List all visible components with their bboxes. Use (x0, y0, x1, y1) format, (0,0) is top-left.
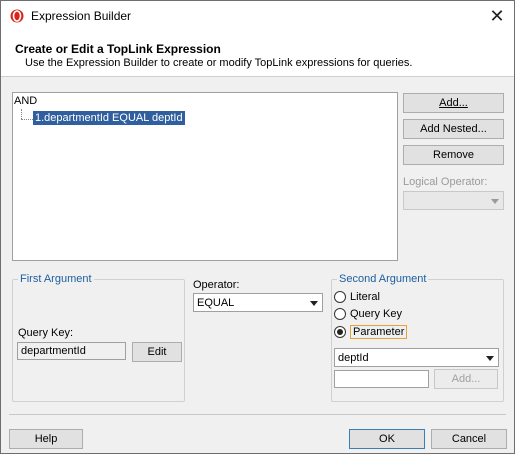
radio-query-key[interactable]: Query Key (334, 308, 402, 320)
add-nested-button[interactable]: Add Nested... (403, 119, 504, 139)
chevron-down-icon (491, 198, 499, 204)
query-key-label: Query Key: (18, 327, 74, 339)
logical-operator-label: Logical Operator: (403, 176, 488, 188)
ok-button-label: OK (379, 433, 395, 445)
add-button[interactable]: Add... (403, 93, 504, 113)
operator-label: Operator: (193, 279, 240, 291)
operator-select[interactable]: EQUAL (193, 293, 323, 312)
first-argument-group: First Argument (12, 273, 185, 402)
header-panel: Create or Edit a TopLink Expression Use … (1, 31, 514, 77)
radio-button[interactable] (334, 308, 346, 320)
radio-literal[interactable]: Literal (334, 291, 380, 303)
query-key-value: departmentId (21, 345, 86, 357)
footer-divider (9, 414, 506, 415)
radio-parameter-label: Parameter (350, 325, 408, 339)
tree-node-selected[interactable]: 1.departmentId EQUAL deptId (33, 111, 185, 125)
window-title: Expression Builder (31, 9, 132, 23)
add-button-label: Add... (439, 97, 468, 109)
cancel-button[interactable]: Cancel (431, 429, 507, 449)
tree-root-node[interactable]: AND (14, 95, 37, 107)
operator-value: EQUAL (197, 296, 235, 309)
chevron-down-icon (310, 300, 318, 306)
logical-operator-select[interactable] (403, 191, 504, 210)
second-argument-legend: Second Argument (337, 273, 429, 285)
help-button[interactable]: Help (9, 429, 83, 449)
radio-button-selected[interactable] (334, 326, 346, 338)
radio-literal-label: Literal (350, 291, 380, 303)
close-icon: ✕ (489, 5, 505, 27)
expression-tree[interactable]: AND 1.departmentId EQUAL deptId (12, 92, 398, 261)
app-logo-icon (10, 9, 24, 23)
second-add-button-label: Add... (451, 373, 481, 385)
parameter-value: deptId (338, 351, 369, 364)
tree-connector (21, 119, 33, 120)
second-add-button[interactable]: Add... (434, 369, 498, 389)
radio-parameter[interactable]: Parameter (334, 325, 408, 339)
edit-button[interactable]: Edit (132, 342, 182, 362)
help-button-label: Help (34, 433, 58, 445)
query-key-field: departmentId (17, 342, 126, 360)
literal-value-input[interactable] (334, 370, 429, 388)
header-description: Use the Expression Builder to create or … (25, 57, 413, 69)
chevron-down-icon (486, 355, 494, 361)
remove-button[interactable]: Remove (403, 145, 504, 165)
first-argument-legend: First Argument (18, 273, 94, 285)
close-button[interactable]: ✕ (480, 1, 514, 31)
title-bar: Expression Builder ✕ (1, 1, 514, 31)
edit-button-label: Edit (147, 346, 167, 358)
tree-connector (21, 109, 22, 119)
parameter-select[interactable]: deptId (334, 348, 499, 367)
ok-button[interactable]: OK (349, 429, 425, 449)
header-title: Create or Edit a TopLink Expression (15, 42, 221, 56)
radio-button[interactable] (334, 291, 346, 303)
expression-builder-dialog: Expression Builder ✕ Create or Edit a To… (0, 0, 515, 454)
radio-query-key-label: Query Key (350, 308, 402, 320)
remove-button-label: Remove (433, 149, 474, 161)
cancel-button-label: Cancel (451, 433, 487, 445)
add-nested-button-label: Add Nested... (420, 123, 487, 135)
